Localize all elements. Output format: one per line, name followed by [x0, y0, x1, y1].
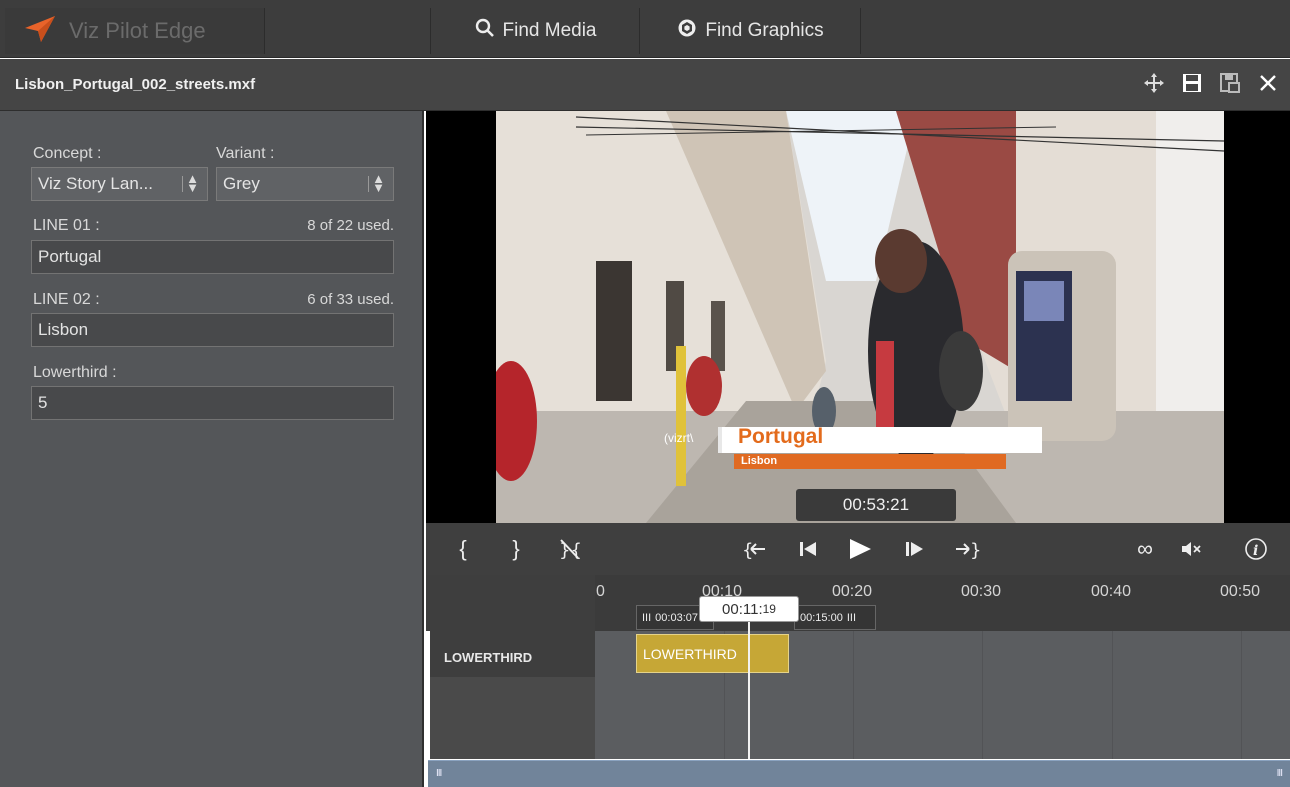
select-divider	[182, 176, 183, 192]
lower-third-title: Portugal	[738, 425, 824, 448]
playhead-time: 00:11:	[722, 600, 763, 618]
transport-controls: { } }{ { } ∞ i	[426, 523, 1290, 575]
go-to-out-icon[interactable]: }	[952, 535, 982, 563]
grip-icon: III	[846, 611, 856, 624]
ruler-tick: 0	[596, 583, 605, 600]
concept-select[interactable]: Viz Story Lan... ▲ ▼	[31, 167, 208, 201]
lowerthird-label: Lowerthird :	[33, 364, 117, 381]
grid-line	[1112, 631, 1113, 759]
nav-spacer	[266, 8, 431, 54]
lower-third-subtitle: Lisbon	[741, 455, 778, 467]
step-forward-icon[interactable]	[902, 535, 928, 563]
playhead-frames: 19	[762, 602, 776, 616]
ruler-header-spacer	[426, 575, 595, 631]
grid-line	[1241, 631, 1242, 759]
timeline-scrollbar[interactable]: III III	[428, 760, 1290, 787]
viz-logo-icon	[23, 14, 57, 49]
clip-out-handle[interactable]: 00:15:00 III	[794, 605, 876, 630]
select-arrows-icon: ▲ ▼	[372, 171, 385, 195]
select-arrows-icon: ▲ ▼	[186, 171, 199, 195]
save-icon[interactable]	[1180, 71, 1204, 95]
line01-label: LINE 01 :	[33, 217, 100, 234]
title-bar-actions	[1142, 71, 1280, 95]
track-label[interactable]: LOWERTHIRD	[430, 631, 595, 677]
variant-select-value: Grey	[223, 174, 260, 193]
find-graphics-button[interactable]: Find Graphics	[641, 8, 861, 54]
vizrt-watermark: (vizrt\	[664, 431, 694, 445]
scroll-grip-left-icon[interactable]: III	[436, 768, 442, 779]
ruler-tick: 00:30	[961, 583, 1002, 600]
mark-in-icon[interactable]: {	[453, 535, 473, 563]
concept-label: Concept :	[33, 145, 102, 162]
lowerthird-clip[interactable]: LOWERTHIRD	[636, 634, 789, 673]
find-media-button[interactable]: Find Media	[432, 8, 640, 54]
line01-field[interactable]: Portugal	[31, 240, 394, 274]
template-form-panel	[0, 111, 424, 787]
save-as-icon[interactable]	[1218, 71, 1242, 95]
move-icon[interactable]	[1142, 71, 1166, 95]
editor-title-bar: Lisbon_Portugal_002_streets.mxf	[0, 59, 1290, 111]
nav-empty-area	[862, 8, 1290, 54]
top-navigation-bar: Viz Pilot Edge Find Media Find Graphics	[0, 0, 1290, 58]
ruler-tick: 00:20	[832, 583, 873, 600]
grip-icon: III	[642, 611, 652, 624]
play-icon[interactable]	[845, 535, 875, 563]
step-back-icon[interactable]	[796, 535, 822, 563]
close-icon[interactable]	[1256, 71, 1280, 95]
line02-usage: 6 of 33 used.	[307, 291, 394, 308]
find-media-label: Find Media	[502, 20, 597, 41]
svg-text:i: i	[1253, 543, 1258, 559]
lowerthird-field[interactable]: 5	[31, 386, 394, 420]
track-header-empty	[430, 677, 595, 759]
playhead[interactable]	[748, 613, 750, 759]
info-icon[interactable]: i	[1242, 535, 1270, 563]
clip-out-time: 00:15:00	[800, 611, 843, 624]
clip-in-time: 00:03:07	[655, 611, 698, 624]
line01-usage: 8 of 22 used.	[307, 217, 394, 234]
concept-select-value: Viz Story Lan...	[38, 174, 153, 193]
file-title: Lisbon_Portugal_002_streets.mxf	[15, 76, 256, 93]
graphics-icon	[677, 18, 697, 44]
video-timecode: 00:53:21	[796, 489, 956, 521]
brand[interactable]: Viz Pilot Edge	[5, 8, 265, 54]
loop-icon[interactable]: ∞	[1130, 535, 1160, 563]
ruler-tick: 00:50	[1220, 583, 1261, 600]
brand-name: Viz Pilot Edge	[69, 18, 206, 43]
svg-text:}: }	[970, 540, 980, 560]
scroll-grip-right-icon[interactable]: III	[1277, 768, 1283, 779]
variant-label: Variant :	[216, 145, 275, 162]
ruler-tick: 00:40	[1091, 583, 1132, 600]
grid-line	[853, 631, 854, 759]
line02-field[interactable]: Lisbon	[31, 313, 394, 347]
playhead-timecode[interactable]: 00:11: 19	[699, 596, 799, 622]
line02-label: LINE 02 :	[33, 291, 100, 308]
variant-select[interactable]: Grey ▲ ▼	[216, 167, 394, 201]
clear-marks-icon[interactable]: }{	[554, 535, 584, 563]
mark-out-icon[interactable]: }	[506, 535, 526, 563]
mute-icon[interactable]	[1178, 535, 1206, 563]
select-divider	[368, 176, 369, 192]
go-to-in-icon[interactable]: {	[739, 535, 769, 563]
grid-line	[982, 631, 983, 759]
search-icon	[475, 18, 495, 44]
find-graphics-label: Find Graphics	[705, 20, 824, 41]
